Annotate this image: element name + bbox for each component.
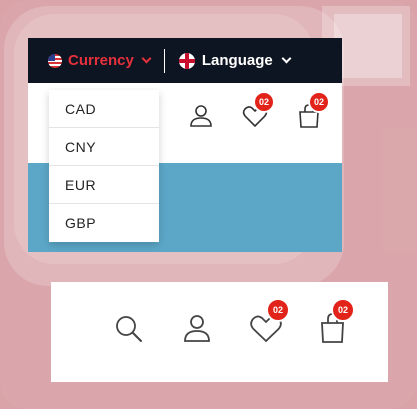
background-square [334, 14, 402, 78]
us-flag-icon [48, 53, 62, 68]
uk-flag-icon [178, 52, 195, 69]
chevron-down-icon [281, 53, 292, 64]
search-icon [116, 316, 142, 342]
divider [163, 48, 165, 73]
currency-label: Currency [68, 52, 134, 69]
header-preview: Currency Language 02 02 CAD CNY EUR GBP [28, 38, 342, 252]
user-icon [184, 315, 210, 342]
account-button[interactable] [188, 103, 214, 129]
language-label: Language [201, 52, 273, 69]
search-button[interactable] [113, 312, 145, 344]
chevron-down-icon [141, 53, 152, 64]
currency-dropdown: CAD CNY EUR GBP [49, 90, 159, 242]
currency-option[interactable]: CNY [49, 128, 159, 166]
cart-button[interactable]: 02 [296, 91, 330, 129]
currency-selector[interactable]: Currency [48, 52, 152, 69]
user-icon [190, 105, 212, 127]
cart-button[interactable]: 02 [317, 298, 355, 344]
wishlist-count-badge: 02 [253, 91, 275, 113]
language-selector[interactable]: Language [178, 52, 292, 69]
icon-bar-preview: 02 02 [51, 282, 388, 382]
icon-bar: 02 02 [113, 298, 355, 344]
currency-option[interactable]: EUR [49, 166, 159, 204]
header-icons: 02 02 [188, 91, 330, 129]
wishlist-button[interactable]: 02 [249, 298, 290, 344]
wishlist-button[interactable]: 02 [242, 91, 275, 129]
top-bar: Currency Language [28, 38, 342, 83]
currency-option[interactable]: CAD [49, 90, 159, 128]
wishlist-count-badge: 02 [266, 298, 290, 322]
cart-count-badge: 02 [308, 91, 330, 113]
account-button[interactable] [181, 312, 213, 344]
currency-option[interactable]: GBP [49, 204, 159, 242]
cart-count-badge: 02 [331, 298, 355, 322]
